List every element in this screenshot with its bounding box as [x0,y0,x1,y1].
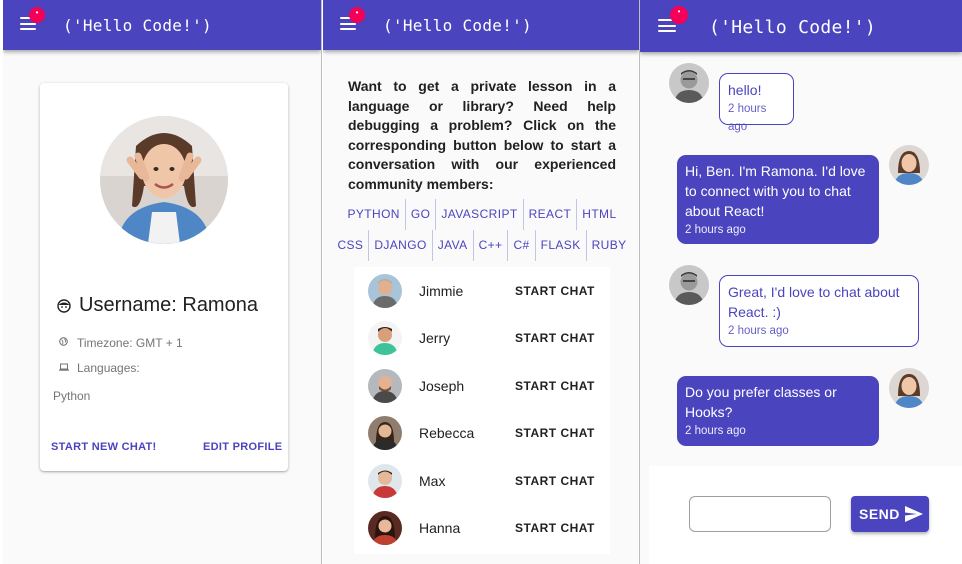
message-time: 2 hours ago [728,103,767,133]
message-text: Hi, Ben. I'm Ramona. I'd love to connect… [685,163,866,219]
list-item: Jimmie START CHAT [354,267,610,314]
profile-card: Username: Ramona Timezone: GMT + 1 Langu… [40,83,288,471]
lang-button-django[interactable]: DJANGO [369,230,433,261]
list-item: Hanna START CHAT [354,504,610,551]
start-chat-button[interactable]: START CHAT [515,474,595,488]
user-list: Jimmie START CHAT Jerry START CHAT Josep… [354,267,610,554]
lang-button-react[interactable]: REACT [524,199,578,230]
message-time: 2 hours ago [685,224,746,236]
message-text: hello! [728,82,762,98]
lang-button-flask[interactable]: FLASK [536,230,587,261]
notification-badge[interactable]: • [349,7,365,23]
face-icon [57,298,71,313]
app-title: ('Hello Code!') [383,16,532,35]
start-chat-button[interactable]: START CHAT [515,284,595,298]
message-bubble: Hi, Ben. I'm Ramona. I'd love to connect… [677,155,879,244]
app-bar: • ('Hello Code!') [323,0,639,50]
start-chat-button[interactable]: START CHAT [515,521,595,535]
lang-button-javascript[interactable]: JAVASCRIPT [436,199,524,230]
app-title: ('Hello Code!') [709,17,877,38]
intro-text: Want to get a private lesson in a langua… [348,78,616,192]
chat-screen: • ('Hello Code!') hello! 2 hours ago Hi,… [640,0,962,564]
lang-button-ruby[interactable]: RUBY [587,230,632,261]
message-time: 2 hours ago [685,425,746,437]
username-row: Username: Ramona [57,294,258,317]
profile-avatar [100,116,228,244]
timezone: Timezone: GMT + 1 [77,336,183,350]
user-name: Jerry [419,330,451,346]
start-chat-button[interactable]: START CHAT [515,331,595,345]
lang-button-go[interactable]: GO [406,199,437,230]
languages-label: Languages: [77,361,140,375]
send-icon [905,506,923,522]
language-buttons: PYTHON GO JAVASCRIPT REACT HTML CSS DJAN… [329,199,635,261]
message-input[interactable] [689,496,831,532]
avatar [889,368,929,408]
message-bubble: hello! 2 hours ago [719,73,794,133]
message-composer: SEND [649,466,962,564]
profile-screen: • ('Hello Code!') Username: Ramona Timez… [3,0,321,564]
notification-badge[interactable]: • [670,6,688,24]
timezone-row: Timezone: GMT + 1 [59,336,183,350]
user-name: Jimmie [419,283,464,299]
list-item: Joseph START CHAT [354,362,610,409]
avatar [669,265,709,305]
avatar [368,416,402,450]
notification-badge[interactable]: • [29,7,45,23]
laptop-icon [59,363,69,374]
list-item: Rebecca START CHAT [354,409,610,456]
avatar [368,511,402,545]
directory-screen: • ('Hello Code!') Want to get a private … [323,0,639,564]
start-chat-button[interactable]: START CHAT [515,379,595,393]
user-name: Rebecca [419,425,475,441]
app-bar: • ('Hello Code!') [3,0,321,50]
languages-value: Python [53,389,91,403]
username: Username: Ramona [79,294,258,316]
send-button[interactable]: SEND [851,496,929,532]
message-bubble: Great, I'd love to chat about React. :) … [719,275,919,347]
user-name: Hanna [419,520,461,536]
list-item: Jerry START CHAT [354,314,610,361]
avatar [889,145,929,185]
lang-button-python[interactable]: PYTHON [342,199,406,230]
lang-button-cpp[interactable]: C++ [474,230,509,261]
avatar [669,63,709,103]
lang-button-java[interactable]: JAVA [433,230,474,261]
send-label: SEND [859,506,900,522]
message-text: Do you prefer classes or Hooks? [685,384,837,420]
message-text: Great, I'd love to chat about React. :) [728,284,900,320]
user-name: Max [419,473,446,489]
lang-button-html[interactable]: HTML [577,199,621,230]
avatar [368,369,402,403]
start-chat-button[interactable]: START CHAT [515,426,595,440]
globe-icon [59,337,69,349]
languages-row: Languages: [59,361,140,375]
lang-button-csharp[interactable]: C# [508,230,536,261]
message-time: 2 hours ago [728,325,789,337]
lang-button-css[interactable]: CSS [332,230,370,261]
app-bar: • ('Hello Code!') [640,0,962,52]
list-item: Max START CHAT [354,457,610,504]
avatar [368,464,402,498]
avatar [368,274,402,308]
avatar [368,321,402,355]
divider [321,0,322,564]
start-new-chat-button[interactable]: START NEW CHAT! [51,441,157,453]
edit-profile-button[interactable]: EDIT PROFILE [203,441,282,453]
app-title: ('Hello Code!') [63,16,212,35]
user-name: Joseph [419,378,465,394]
message-bubble: Do you prefer classes or Hooks? 2 hours … [677,376,879,446]
